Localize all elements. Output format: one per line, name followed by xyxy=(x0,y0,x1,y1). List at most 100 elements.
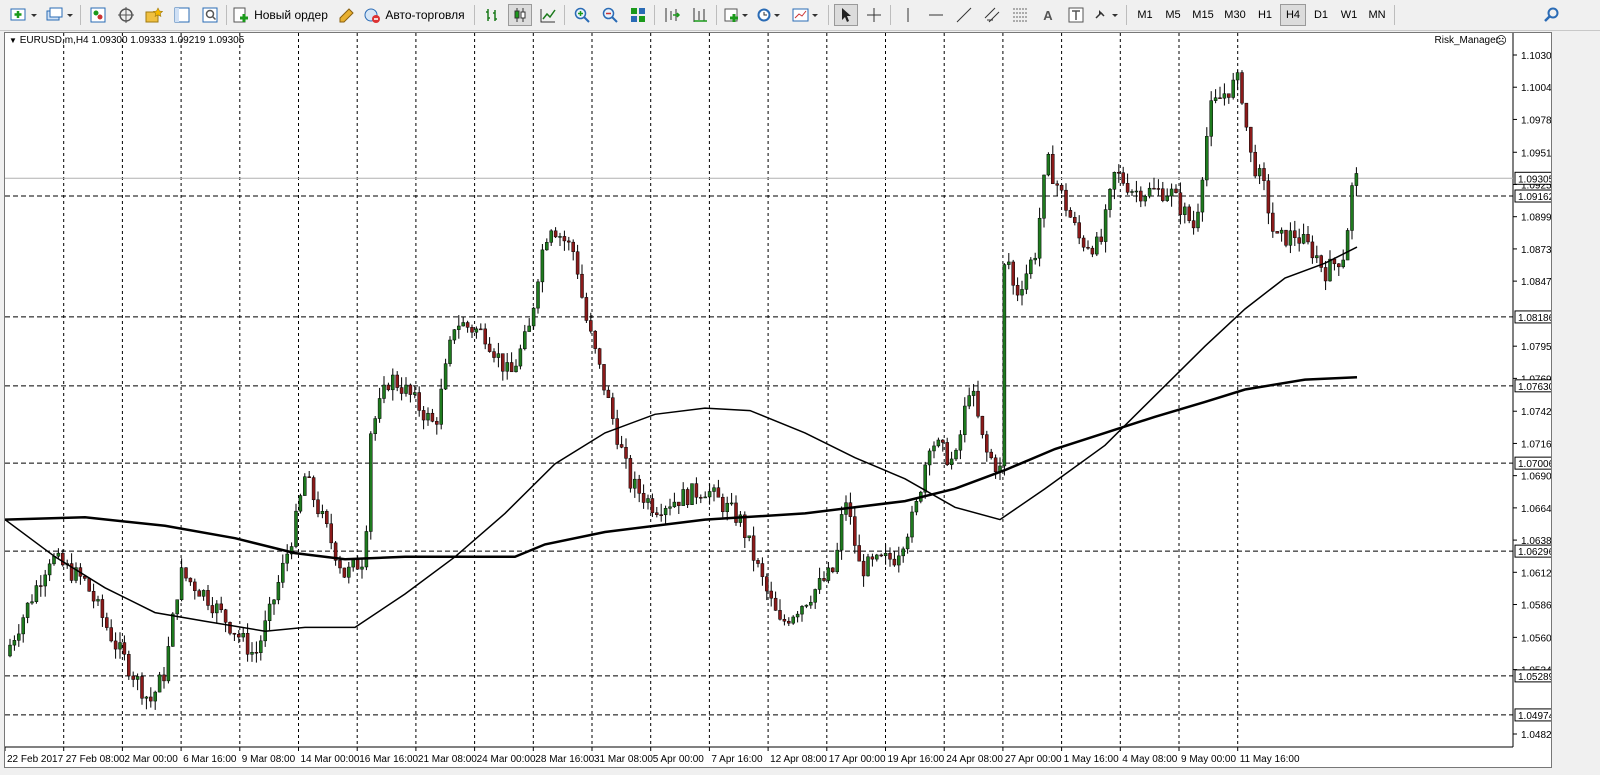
auto-scroll-button[interactable] xyxy=(688,4,712,26)
tile-windows-button[interactable] xyxy=(626,4,650,26)
candle-body xyxy=(232,632,237,635)
strategy-tester-icon xyxy=(202,7,218,23)
candle-body xyxy=(531,307,536,327)
candle-body xyxy=(888,553,892,560)
vertical-line-button[interactable] xyxy=(896,4,920,26)
auto-scroll-icon xyxy=(693,8,707,22)
candle-body xyxy=(1121,172,1125,184)
candle-body xyxy=(795,613,800,618)
timeframe-m30[interactable]: M30 xyxy=(1220,4,1250,26)
candle-body xyxy=(892,558,897,566)
new-order-button[interactable]: Новый ордер xyxy=(232,4,328,26)
templates-button[interactable] xyxy=(790,4,820,26)
zoom-in-button[interactable] xyxy=(570,4,594,26)
auto-trading-button[interactable]: Авто-торговля xyxy=(362,4,466,26)
horizontal-line-button[interactable] xyxy=(924,4,948,26)
expert-smiley-icon[interactable]: ☹ xyxy=(1496,34,1507,47)
trendline-button[interactable] xyxy=(952,4,976,26)
candle-body xyxy=(619,444,624,448)
timeframe-d1[interactable]: D1 xyxy=(1308,4,1334,26)
timeframe-mn[interactable]: MN xyxy=(1364,4,1390,26)
cursor-button[interactable] xyxy=(834,4,858,26)
candle-body xyxy=(1147,187,1152,197)
candle-body xyxy=(1227,93,1231,98)
candle-body xyxy=(597,348,602,365)
arrows-button[interactable] xyxy=(1092,4,1120,26)
candle-body xyxy=(870,556,875,560)
candle-body xyxy=(25,602,30,618)
favorites-button[interactable] xyxy=(142,4,166,26)
strategy-tester-button[interactable] xyxy=(198,4,222,26)
candle-body xyxy=(765,576,769,592)
fibonacci-button[interactable] xyxy=(1008,4,1032,26)
price-axis-label: 1.09780 xyxy=(1521,115,1551,126)
candle-body xyxy=(1271,212,1275,232)
candlestick-button[interactable] xyxy=(508,4,532,26)
indicators-button[interactable] xyxy=(722,4,750,26)
candle-body xyxy=(505,362,509,372)
candlestick-icon xyxy=(514,8,526,22)
price-axis-label: 1.05600 xyxy=(1521,633,1551,644)
candle-body xyxy=(1152,187,1156,190)
bar-chart-button[interactable] xyxy=(480,4,504,26)
candle-body xyxy=(223,609,228,623)
candle-body xyxy=(131,675,135,680)
candle-body xyxy=(993,457,998,473)
new-chart-button[interactable] xyxy=(8,4,40,26)
candle-body xyxy=(562,236,567,242)
crosshair-button[interactable] xyxy=(862,4,886,26)
line-chart-button[interactable] xyxy=(536,4,560,26)
timeframe-m15[interactable]: M15 xyxy=(1188,4,1218,26)
candle-body xyxy=(1046,153,1051,176)
candle-body xyxy=(149,696,153,702)
candle-body xyxy=(1235,72,1240,81)
profiles-button[interactable] xyxy=(44,4,76,26)
price-axis-label: 1.06905 xyxy=(1521,472,1551,483)
chart-menu-arrow-icon[interactable]: ▼ xyxy=(9,36,17,45)
candle-body xyxy=(377,398,382,419)
candle-body xyxy=(589,320,593,332)
candle-body xyxy=(140,676,144,699)
profiles-icon xyxy=(46,7,73,21)
candle-body xyxy=(1306,234,1310,243)
candle-body xyxy=(153,691,157,702)
level-label: 1.04974 xyxy=(1518,711,1551,722)
timeframe-w1[interactable]: W1 xyxy=(1336,4,1362,26)
candle-body xyxy=(773,597,778,611)
candle-body xyxy=(364,531,369,568)
navigator-button[interactable] xyxy=(114,4,138,26)
price-axis-label: 1.06645 xyxy=(1521,504,1551,515)
timeframe-h4[interactable]: H4 xyxy=(1280,4,1306,26)
candle-body xyxy=(1284,229,1288,246)
candle-body xyxy=(113,640,118,650)
chart-shift-button[interactable] xyxy=(660,4,684,26)
timeframe-m5[interactable]: M5 xyxy=(1160,4,1186,26)
candle-body xyxy=(853,516,857,546)
chart-canvas[interactable]: 22 Feb 2017 27 Feb 08:00 2 Mar 00:00 6 Mar … xyxy=(5,33,1551,767)
timeframe-h1[interactable]: H1 xyxy=(1252,4,1278,26)
time-axis-label: 14 Mar 00:00 xyxy=(301,754,360,765)
candle-body xyxy=(949,458,954,465)
equidistant-channel-button[interactable] xyxy=(980,4,1004,26)
chart-window[interactable]: 22 Feb 2017 27 Feb 08:00 2 Mar 00:00 6 Mar … xyxy=(4,32,1552,768)
candle-body xyxy=(197,590,201,597)
price-axis-label: 1.09515 xyxy=(1521,148,1551,159)
candle-body xyxy=(875,554,879,560)
candle-body xyxy=(932,445,936,452)
auto-trading-label: Авто-торговля xyxy=(385,8,465,22)
terminal-button[interactable] xyxy=(170,4,194,26)
zoom-out-button[interactable] xyxy=(598,4,622,26)
price-axis-label: 1.10300 xyxy=(1521,51,1551,62)
text-button[interactable]: A xyxy=(1036,4,1060,26)
candle-body xyxy=(100,599,105,618)
candle-body xyxy=(606,389,611,398)
text-label-button[interactable] xyxy=(1064,4,1088,26)
market-watch-button[interactable] xyxy=(86,4,110,26)
timeframe-m1[interactable]: M1 xyxy=(1132,4,1158,26)
metaeditor-button[interactable] xyxy=(334,4,358,26)
search-button[interactable] xyxy=(1540,4,1564,26)
candle-body xyxy=(250,651,254,655)
candle-body xyxy=(461,322,465,327)
periods-button[interactable] xyxy=(754,4,782,26)
candle-body xyxy=(567,240,571,243)
